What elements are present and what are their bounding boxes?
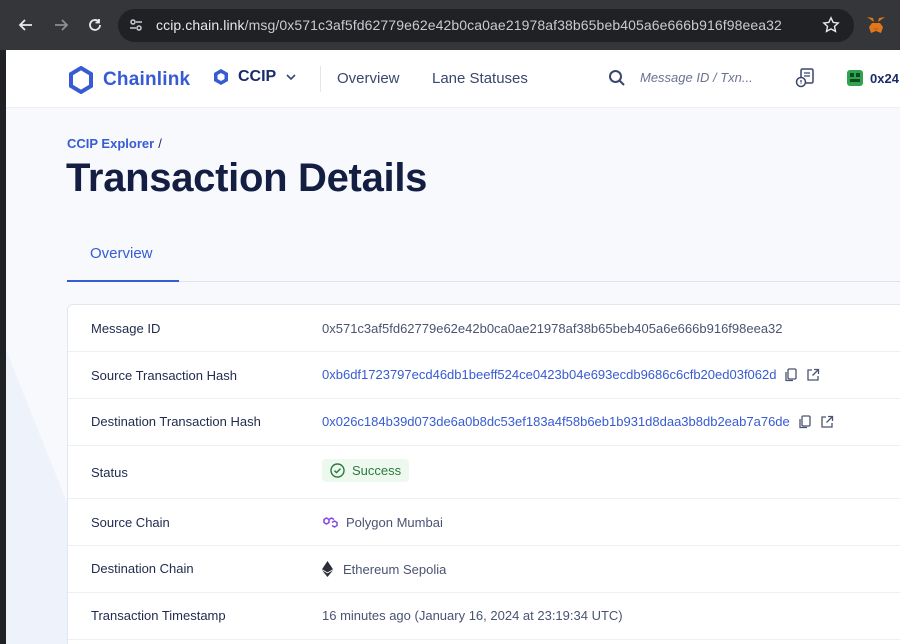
- external-link-icon[interactable]: [806, 368, 820, 382]
- site-settings-icon[interactable]: [128, 17, 144, 33]
- chevron-down-icon: [286, 74, 296, 81]
- destination-chain-value-group: Ethereum Sepolia: [322, 561, 446, 577]
- product-selector-label: CCIP: [238, 68, 277, 85]
- breadcrumb-separator: /: [158, 136, 162, 151]
- message-id-value: 0x571c3af5fd62779e62e42b0ca0ae21978af38b…: [322, 321, 783, 336]
- product-selector[interactable]: CCIP: [212, 68, 297, 86]
- check-circle-icon: [330, 463, 345, 478]
- ethereum-logo-icon: [322, 561, 333, 577]
- header-divider: [320, 66, 321, 92]
- chainlink-hexagon-icon: [69, 66, 93, 94]
- brand-name: Chainlink: [103, 69, 191, 90]
- back-arrow-icon[interactable]: [15, 14, 37, 36]
- source-tx-label: Source Transaction Hash: [91, 368, 237, 383]
- detail-row-destination-chain: Destination Chain Ethereum Sepolia: [68, 546, 900, 593]
- chainlink-logo[interactable]: Chainlink: [68, 66, 190, 94]
- wallet-button[interactable]: 0x24: [846, 69, 899, 87]
- wallet-avatar-icon: [847, 70, 863, 86]
- url-host: ccip.chain.link: [156, 17, 245, 33]
- tab-overview[interactable]: Overview: [67, 230, 179, 282]
- bookmark-star-icon[interactable]: [822, 16, 840, 34]
- page: Chainlink CCIP Overview Lane Statuses Me…: [6, 50, 900, 644]
- destination-tx-hash-link[interactable]: 0x026c184b39d073de6a0b8dc53ef183a4f58b6e…: [322, 414, 790, 429]
- copy-icon[interactable]: [784, 367, 798, 382]
- source-tx-value-group: 0xb6df1723797ecd46db1beeff524ce0423b04e6…: [322, 367, 820, 382]
- tab-bar: Overview: [67, 230, 900, 282]
- polygon-logo-icon: [323, 517, 338, 528]
- copy-icon[interactable]: [798, 414, 812, 429]
- status-badge: Success: [322, 459, 410, 482]
- ccip-icon: [214, 69, 228, 85]
- source-chain-value-group: Polygon Mumbai: [322, 515, 443, 530]
- detail-row-timestamp: Transaction Timestamp 16 minutes ago (Ja…: [68, 593, 900, 640]
- site-header: Chainlink CCIP Overview Lane Statuses Me…: [6, 50, 900, 108]
- destination-tx-label: Destination Transaction Hash: [91, 414, 261, 429]
- url-text: ccip.chain.link/msg/0x571c3af5fd62779e62…: [156, 17, 782, 33]
- search-icon[interactable]: [608, 69, 626, 87]
- detail-row-status: Status Success: [68, 446, 900, 499]
- destination-tx-value-group: 0x026c184b39d073de6a0b8dc53ef183a4f58b6e…: [322, 414, 834, 429]
- browser-toolbar: ccip.chain.link/msg/0x571c3af5fd62779e62…: [0, 0, 900, 50]
- breadcrumb: CCIP Explorer /: [67, 136, 162, 151]
- timestamp-value: 16 minutes ago (January 16, 2024 at 23:1…: [322, 608, 623, 623]
- status-text: Success: [352, 463, 402, 478]
- nav-overview[interactable]: Overview: [337, 70, 400, 87]
- reload-icon[interactable]: [84, 14, 106, 36]
- detail-row-destination-tx: Destination Transaction Hash 0x026c184b3…: [68, 399, 900, 446]
- page-title: Transaction Details: [66, 156, 428, 200]
- source-chain-text: Polygon Mumbai: [346, 515, 443, 530]
- address-bar[interactable]: ccip.chain.link/msg/0x571c3af5fd62779e62…: [118, 9, 854, 42]
- transaction-details-card: Message ID 0x571c3af5fd62779e62e42b0ca0a…: [67, 304, 900, 644]
- metamask-fox-icon[interactable]: [866, 16, 886, 34]
- message-id-label: Message ID: [91, 321, 161, 336]
- contract-search-icon[interactable]: [794, 67, 816, 89]
- wallet-address: 0x24: [870, 70, 899, 86]
- destination-chain-label: Destination Chain: [91, 561, 194, 576]
- external-link-icon[interactable]: [820, 415, 834, 429]
- status-value-group: Success: [322, 459, 410, 482]
- tab-overview-label: Overview: [90, 245, 153, 262]
- nav-lane-statuses[interactable]: Lane Statuses: [432, 70, 528, 87]
- detail-row-source-tx: Source Transaction Hash 0xb6df1723797ecd…: [68, 352, 900, 399]
- breadcrumb-ccip-explorer[interactable]: CCIP Explorer: [67, 136, 154, 151]
- status-label: Status: [91, 465, 128, 480]
- timestamp-label: Transaction Timestamp: [91, 608, 226, 623]
- source-tx-hash-link[interactable]: 0xb6df1723797ecd46db1beeff524ce0423b04e6…: [322, 367, 776, 382]
- detail-row-message-id: Message ID 0x571c3af5fd62779e62e42b0ca0a…: [68, 305, 900, 352]
- forward-arrow-icon[interactable]: [50, 14, 72, 36]
- search-input[interactable]: Message ID / Txn...: [640, 70, 753, 85]
- url-path: /msg/0x571c3af5fd62779e62e42b0ca0ae21978…: [244, 17, 782, 33]
- destination-chain-text: Ethereum Sepolia: [343, 561, 447, 577]
- detail-row-source-chain: Source Chain Polygon Mumbai: [68, 499, 900, 546]
- source-chain-label: Source Chain: [91, 515, 170, 530]
